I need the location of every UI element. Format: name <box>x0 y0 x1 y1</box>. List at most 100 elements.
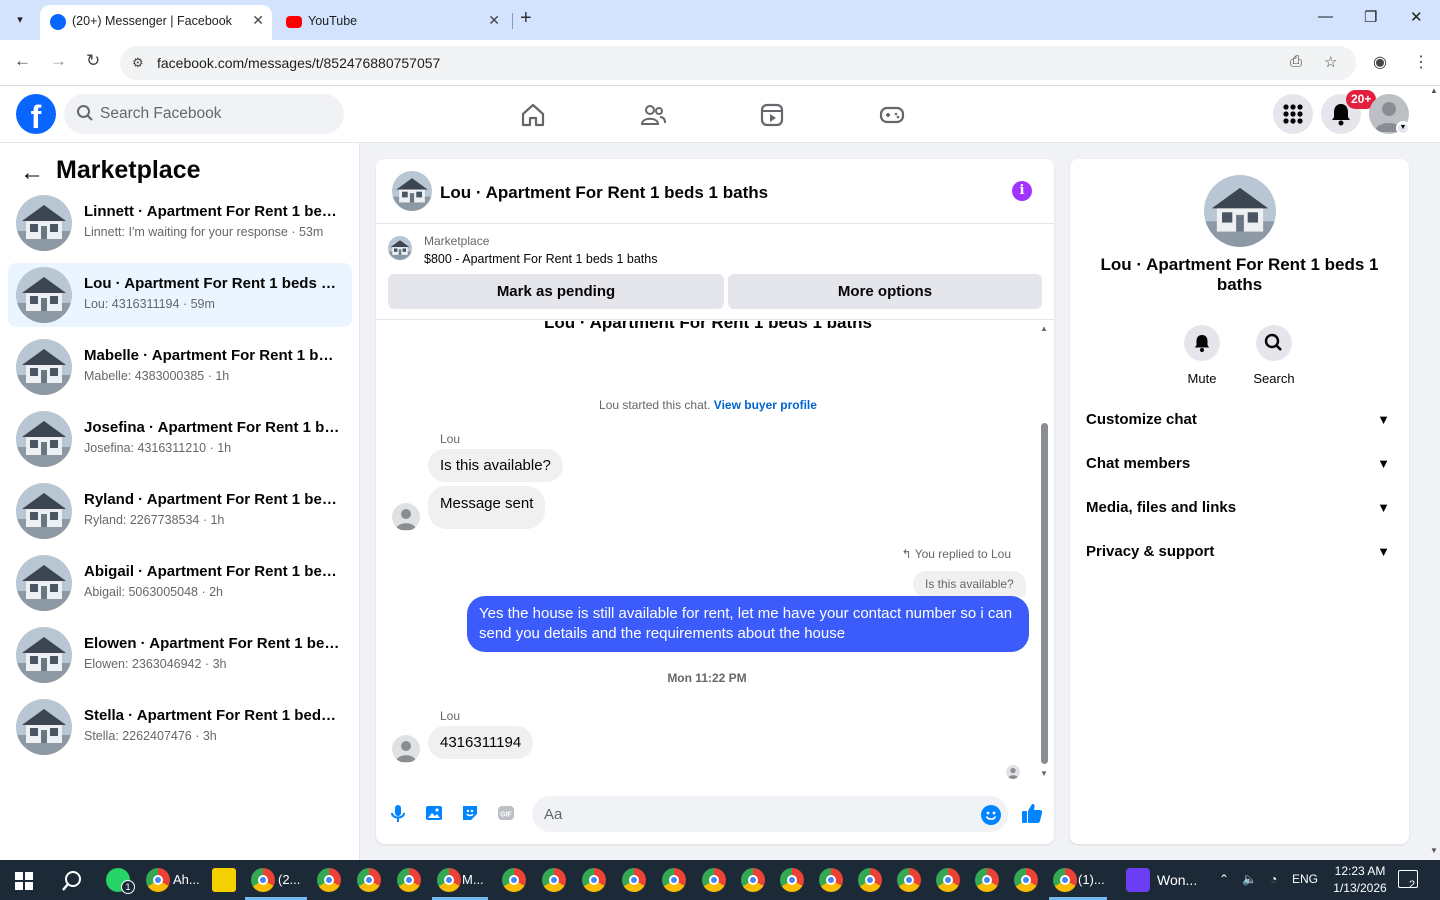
thread-item[interactable]: Elowen · Apartment For Rent 1 beds 1 bat… <box>8 623 352 687</box>
media-files-links-section[interactable]: Media, files and links ▼ <box>1086 488 1394 528</box>
chrome-taskbar-icon[interactable] <box>437 868 461 892</box>
network-icon[interactable]: ◔ <box>1270 872 1277 886</box>
thread-avatar[interactable] <box>16 699 72 755</box>
minimize-button[interactable]: — <box>1318 8 1333 25</box>
gaming-icon[interactable] <box>879 102 905 128</box>
chrome-taskbar-icon[interactable] <box>819 868 843 892</box>
install-app-icon[interactable]: ⎙ <box>1290 53 1302 70</box>
thread-avatar[interactable] <box>16 195 72 251</box>
info-icon[interactable]: i <box>1012 181 1032 201</box>
incoming-message[interactable]: Is this available? <box>428 449 563 482</box>
taskbar-search-icon[interactable] <box>61 870 83 892</box>
chrome-taskbar-icon[interactable] <box>936 868 960 892</box>
chrome-taskbar-icon[interactable] <box>502 868 526 892</box>
close-tab-icon[interactable]: ✕ <box>252 12 264 29</box>
message-input[interactable]: Aa <box>532 796 1008 832</box>
address-bar[interactable]: ⚙ facebook.com/messages/t/85247688075705… <box>120 46 1356 80</box>
account-caret-icon[interactable]: ▼ <box>1396 121 1410 135</box>
thread-item[interactable]: Ryland · Apartment For Rent 1 beds 1 bat… <box>8 479 352 543</box>
chrome-taskbar-icon[interactable] <box>542 868 566 892</box>
taskbar-app-label[interactable]: Ah... <box>173 872 200 887</box>
mute-bell-icon[interactable] <box>1184 325 1220 361</box>
mark-pending-button[interactable]: Mark as pending <box>388 274 724 309</box>
close-tab-icon[interactable]: ✕ <box>488 12 500 29</box>
customize-chat-section[interactable]: Customize chat ▼ <box>1086 400 1394 440</box>
thread-item[interactable]: Linnett · Apartment For Rent 1 beds 1 ba… <box>8 191 352 255</box>
chrome-taskbar-icon[interactable] <box>858 868 882 892</box>
gif-icon[interactable]: GIF <box>496 803 516 823</box>
chat-avatar[interactable] <box>392 171 432 211</box>
taskbar-app-label[interactable]: M... <box>462 872 484 887</box>
search-action[interactable]: Search <box>1244 325 1304 386</box>
incoming-message[interactable]: Message sent <box>428 486 546 529</box>
taskbar-app-label[interactable]: Won... <box>1157 872 1197 888</box>
maximize-button[interactable]: ❐ <box>1364 8 1377 26</box>
new-tab-button[interactable]: + <box>520 7 532 30</box>
sender-avatar[interactable] <box>392 503 420 531</box>
listing-thumbnail[interactable] <box>388 236 412 260</box>
page-scroll-up-icon[interactable]: ▲ <box>1430 86 1438 95</box>
thread-avatar[interactable] <box>16 627 72 683</box>
chrome-taskbar-icon[interactable] <box>897 868 921 892</box>
chrome-taskbar-icon[interactable] <box>702 868 726 892</box>
taskbar-app-label[interactable]: (2... <box>278 872 300 887</box>
thumbs-up-icon[interactable] <box>1020 801 1044 825</box>
sender-avatar[interactable] <box>392 735 420 763</box>
tab-youtube[interactable]: YouTube ✕ <box>276 5 508 40</box>
system-clock[interactable]: 12:23 AM 1/13/2026 <box>1325 863 1395 897</box>
menu-grid-button[interactable] <box>1273 94 1313 134</box>
bookmark-star-icon[interactable]: ☆ <box>1324 53 1337 71</box>
facebook-search-input[interactable]: Search Facebook <box>64 94 344 134</box>
taskbar-app-label[interactable]: (1)... <box>1078 872 1105 887</box>
chat-scroll-thumb[interactable] <box>1041 423 1048 764</box>
profile-icon[interactable]: ◉ <box>1373 52 1387 72</box>
thread-avatar[interactable] <box>16 411 72 467</box>
scroll-up-arrow-icon[interactable]: ▲ <box>1040 324 1048 333</box>
wondershare-icon[interactable] <box>1126 868 1150 892</box>
emoji-icon[interactable] <box>981 805 1001 825</box>
chat-members-section[interactable]: Chat members ▼ <box>1086 444 1394 484</box>
chrome-taskbar-icon[interactable] <box>741 868 765 892</box>
sticky-notes-icon[interactable] <box>212 868 236 892</box>
thread-avatar[interactable] <box>16 483 72 539</box>
chrome-taskbar-icon[interactable] <box>662 868 686 892</box>
language-indicator[interactable]: ENG <box>1292 872 1318 886</box>
back-button[interactable]: ← <box>14 51 31 71</box>
chrome-taskbar-icon[interactable] <box>146 868 170 892</box>
close-window-button[interactable]: ✕ <box>1410 8 1423 26</box>
outgoing-message[interactable]: Yes the house is still available for ren… <box>467 596 1029 652</box>
message-list[interactable]: Lou · Apartment For Rent 1 beds 1 baths … <box>376 321 1054 781</box>
chrome-taskbar-icon[interactable] <box>582 868 606 892</box>
view-buyer-profile-link[interactable]: View buyer profile <box>714 398 817 412</box>
scroll-down-arrow-icon[interactable]: ▼ <box>1040 769 1048 778</box>
listing-price-title[interactable]: $800 - Apartment For Rent 1 beds 1 baths <box>424 252 657 266</box>
page-scrollbar[interactable]: ▲ ▼ <box>1428 86 1440 860</box>
mute-action[interactable]: Mute <box>1172 325 1232 386</box>
windows-start-icon[interactable] <box>15 872 33 890</box>
volume-icon[interactable]: 🔈 <box>1242 872 1257 886</box>
chrome-taskbar-icon[interactable] <box>1053 868 1077 892</box>
chat-title[interactable]: Lou · Apartment For Rent 1 beds 1 baths <box>440 183 768 203</box>
photo-icon[interactable] <box>424 803 444 823</box>
thread-item[interactable]: Josefina · Apartment For Rent 1 beds 1 b… <box>8 407 352 471</box>
site-info-icon[interactable]: ⚙ <box>132 55 144 71</box>
thread-avatar[interactable] <box>16 339 72 395</box>
chrome-taskbar-icon[interactable] <box>357 868 381 892</box>
chrome-taskbar-icon[interactable] <box>622 868 646 892</box>
chrome-taskbar-icon[interactable] <box>251 868 275 892</box>
chrome-taskbar-icon[interactable] <box>780 868 804 892</box>
search-in-chat-icon[interactable] <box>1256 325 1292 361</box>
more-options-button[interactable]: More options <box>728 274 1042 309</box>
privacy-support-section[interactable]: Privacy & support ▼ <box>1086 532 1394 572</box>
chrome-menu-icon[interactable]: ⋮ <box>1413 52 1429 72</box>
forward-button[interactable]: → <box>50 51 67 71</box>
video-icon[interactable] <box>759 102 785 128</box>
thread-item[interactable]: Mabelle · Apartment For Rent 1 beds 1 ba… <box>8 335 352 399</box>
chrome-taskbar-icon[interactable] <box>397 868 421 892</box>
microphone-icon[interactable] <box>388 803 408 823</box>
url-text[interactable]: facebook.com/messages/t/852476880757057 <box>157 55 440 71</box>
home-icon[interactable] <box>520 102 546 128</box>
chrome-taskbar-icon[interactable] <box>975 868 999 892</box>
friends-icon[interactable] <box>640 102 666 128</box>
conversation-avatar[interactable] <box>1204 175 1276 247</box>
